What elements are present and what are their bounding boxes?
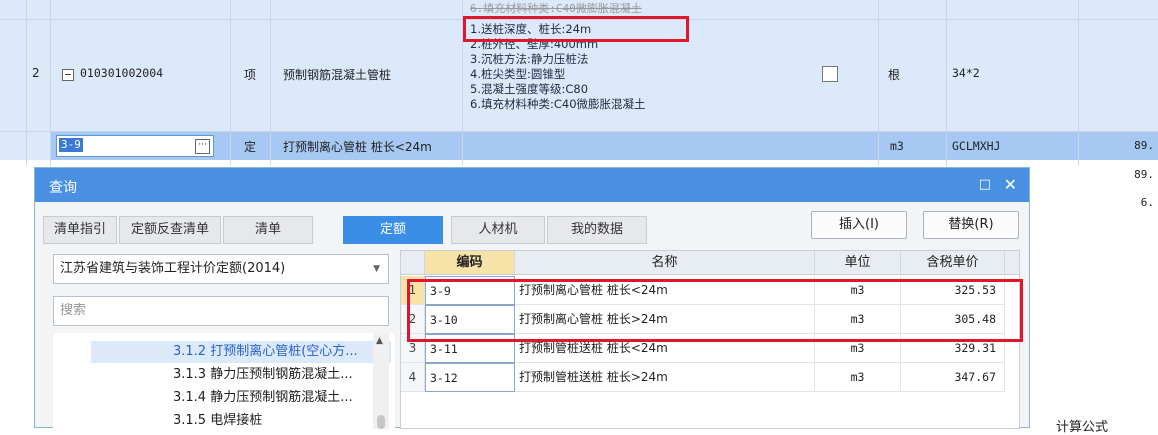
tab-bill-guide[interactable]: 清单指引 bbox=[43, 216, 117, 244]
row-unit: 根 bbox=[888, 68, 901, 82]
ellipsis-button[interactable]: ··· bbox=[195, 139, 210, 154]
sub-row-type: 定 bbox=[244, 140, 257, 154]
grid-header-code[interactable]: 编码 bbox=[425, 251, 515, 275]
sub-row-unit: m3 bbox=[890, 139, 904, 153]
cell-code[interactable]: 3-12 bbox=[425, 363, 515, 392]
tab-quota-reverse-lookup[interactable]: 定额反查清单 bbox=[119, 216, 221, 244]
row-code-text: 010301002004 bbox=[80, 66, 164, 80]
collapse-icon[interactable]: − bbox=[62, 69, 74, 81]
chevron-down-icon: ▼ bbox=[373, 264, 380, 274]
row-quantity-expr[interactable]: 34*2 bbox=[952, 66, 980, 80]
row-type: 项 bbox=[244, 68, 257, 82]
tab-my-data[interactable]: 我的数据 bbox=[547, 216, 647, 244]
col-divider bbox=[230, 0, 231, 165]
tree-item-3-1-5[interactable]: 3.1.5 电焊接桩 bbox=[173, 410, 262, 429]
desc-line-3: 3.沉桩方法:静力压桩法 bbox=[470, 52, 589, 66]
query-dialog[interactable]: 查询 □ ✕ 清单指引 定额反查清单 清单 定额 人材机 我的数据 插入(I) … bbox=[34, 167, 1030, 429]
right-amount-2: 6. bbox=[1140, 196, 1154, 209]
code-input-value: 3-9 bbox=[59, 138, 83, 152]
grid-header-rownum bbox=[401, 251, 425, 275]
code-input-field[interactable]: 3-9 ··· bbox=[56, 135, 214, 157]
col-divider bbox=[26, 0, 27, 165]
cell-unit[interactable]: m3 bbox=[815, 363, 901, 392]
quota-library-value: 江苏省建筑与装饰工程计价定额(2014) bbox=[60, 261, 286, 276]
tab-bill[interactable]: 清单 bbox=[223, 216, 313, 244]
row-number: 4 bbox=[401, 363, 425, 392]
close-icon[interactable]: ✕ bbox=[1004, 175, 1017, 194]
col-divider bbox=[270, 0, 271, 165]
tab-quota[interactable]: 定额 bbox=[343, 216, 443, 244]
col-divider bbox=[878, 0, 879, 165]
replace-button[interactable]: 替换(R) bbox=[923, 211, 1019, 239]
grid-header-extra bbox=[1005, 251, 1019, 275]
highlight-box-depth bbox=[463, 16, 689, 42]
grid-header-unit[interactable]: 单位 bbox=[815, 251, 901, 275]
tree-item-3-1-2[interactable]: 3.1.2 打预制离心管桩(空心方... bbox=[91, 341, 391, 363]
previous-row-desc: 6.填充材料种类:C40微膨胀混凝土 bbox=[470, 2, 642, 15]
row-index: 2 bbox=[32, 66, 40, 80]
sub-row-formula: GCLMXHJ bbox=[952, 139, 1001, 153]
col-divider bbox=[946, 0, 947, 165]
desc-line-5: 5.混凝土强度等级:C80 bbox=[470, 82, 589, 96]
col-divider bbox=[50, 0, 51, 165]
right-amount-1: 89. bbox=[1134, 168, 1154, 181]
desc-line-4: 4.桩尖类型:圆锥型 bbox=[470, 67, 566, 81]
dialog-title: 查询 bbox=[49, 180, 77, 196]
cell-price[interactable]: 347.67 bbox=[901, 363, 1005, 392]
tree-scrollbar[interactable]: ▲ bbox=[373, 333, 389, 429]
quota-library-select[interactable]: 江苏省建筑与装饰工程计价定额(2014) ▼ bbox=[53, 254, 389, 284]
sub-row-name: 打预制离心管桩 桩长<24m bbox=[283, 140, 432, 154]
col-divider bbox=[1078, 0, 1079, 165]
cell-name[interactable]: 打预制管桩送桩 桩长>24m bbox=[515, 363, 815, 392]
grid-header-price[interactable]: 含税单价 bbox=[901, 251, 1005, 275]
desc-line-6: 6.填充材料种类:C40微膨胀混凝土 bbox=[470, 97, 646, 111]
scroll-thumb[interactable] bbox=[377, 415, 385, 429]
insert-button[interactable]: 插入(I) bbox=[811, 211, 907, 239]
tab-labor-material-machine[interactable]: 人材机 bbox=[451, 216, 545, 244]
tree-item-3-1-4[interactable]: 3.1.4 静力压预制钢筋混凝土... bbox=[173, 387, 353, 409]
search-input[interactable]: 搜索 bbox=[53, 296, 389, 326]
highlight-box-results bbox=[407, 279, 1023, 342]
dialog-titlebar[interactable]: 查询 □ ✕ bbox=[35, 168, 1029, 202]
row-code[interactable]: −010301002004 bbox=[62, 66, 163, 81]
row-checkbox[interactable] bbox=[822, 66, 838, 82]
formula-column-label: 计算公式 bbox=[1056, 420, 1109, 435]
chapter-tree[interactable]: 3.1.2 打预制离心管桩(空心方... 3.1.3 静力压预制钢筋混凝土...… bbox=[53, 333, 395, 429]
scroll-up-icon[interactable]: ▲ bbox=[376, 336, 383, 346]
tree-item-3-1-3[interactable]: 3.1.3 静力压预制钢筋混凝土... bbox=[173, 364, 353, 386]
maximize-icon[interactable]: □ bbox=[979, 177, 991, 192]
row-name: 预制钢筋混凝土管桩 bbox=[283, 68, 392, 82]
grid-header-name[interactable]: 名称 bbox=[515, 251, 815, 275]
sub-row-amount: 89. bbox=[1134, 139, 1154, 152]
